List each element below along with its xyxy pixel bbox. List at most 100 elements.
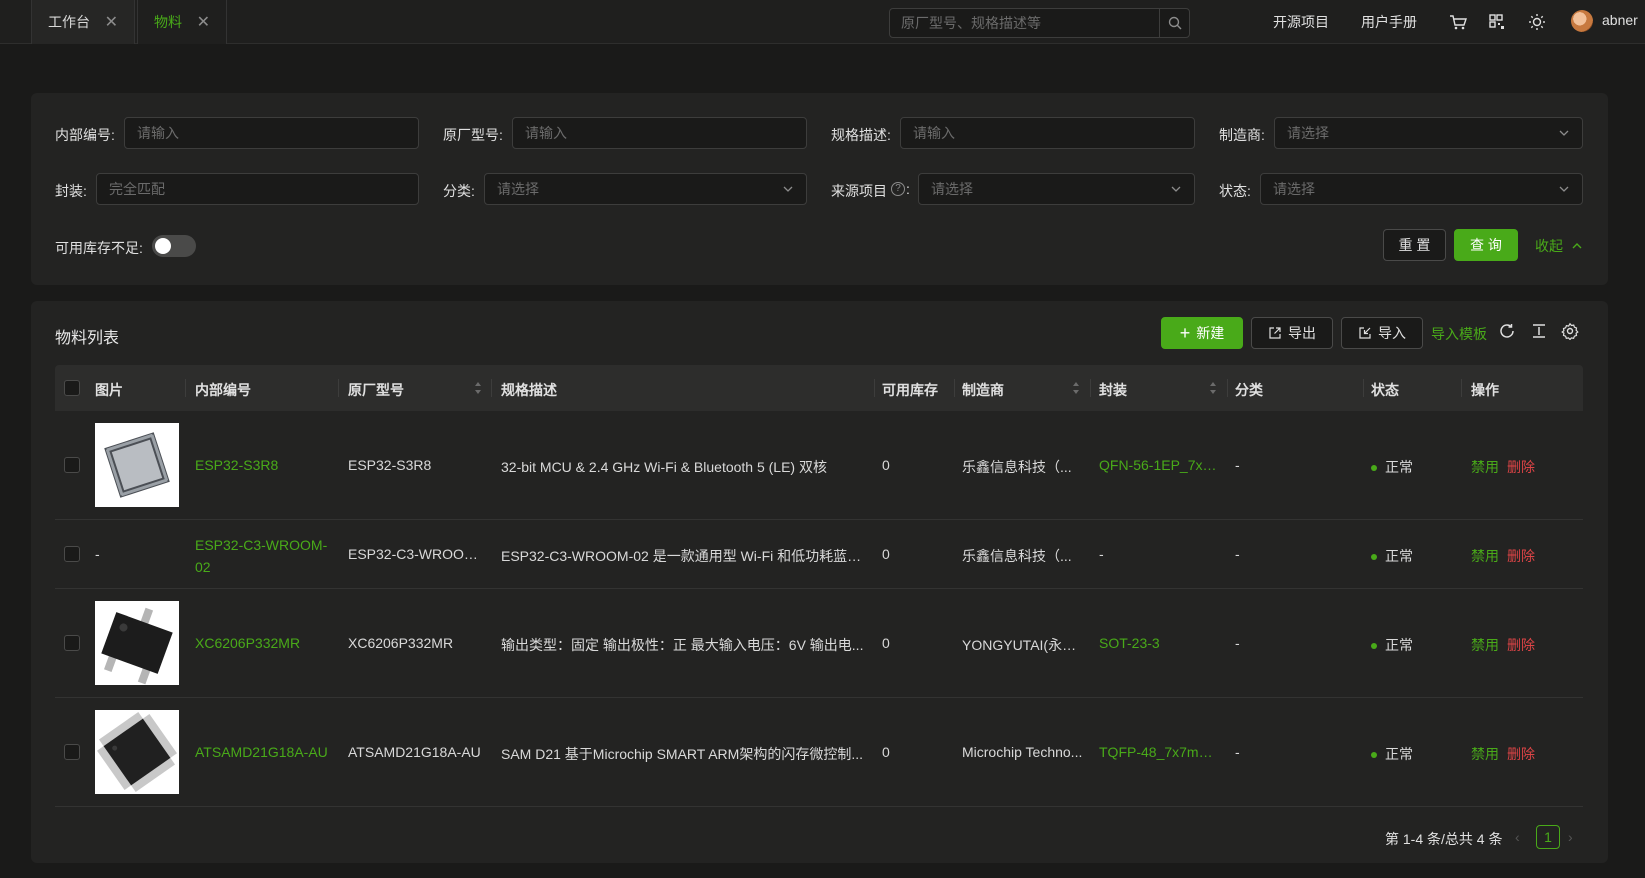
select-all-checkbox[interactable]	[64, 380, 80, 396]
tab-workbench[interactable]: 工作台 ✕	[31, 0, 135, 44]
global-search	[889, 8, 1190, 38]
row-checkbox[interactable]	[64, 635, 80, 651]
status-dot-icon	[1371, 643, 1377, 650]
help-icon[interactable]: ?	[891, 182, 905, 196]
package-label: 封装:	[55, 183, 87, 199]
col-status: 状态	[1371, 382, 1399, 398]
spec-input[interactable]: 请输入	[900, 117, 1195, 149]
avatar[interactable]	[1571, 10, 1593, 32]
username[interactable]: abner	[1602, 12, 1638, 28]
col-package[interactable]: 封装	[1099, 380, 1127, 400]
manufacturer: 乐鑫信息科技（...	[962, 548, 1072, 564]
row-actions: 禁用 删除	[1471, 546, 1535, 566]
manufacturer-label: 制造商:	[1219, 127, 1265, 143]
delete-button[interactable]: 删除	[1507, 637, 1535, 653]
delete-button[interactable]: 删除	[1507, 746, 1535, 762]
sort-icon	[475, 382, 481, 394]
low-stock-label: 可用库存不足:	[55, 240, 143, 256]
manufacturer-select[interactable]: 请选择	[1274, 117, 1583, 149]
internal-no-link[interactable]: ATSAMD21G18A-AU	[195, 744, 330, 760]
package-input[interactable]: 完全匹配	[96, 173, 419, 205]
delete-button[interactable]: 删除	[1507, 459, 1535, 475]
col-actions: 操作	[1471, 382, 1499, 398]
sort-icon	[1210, 382, 1216, 394]
internal-no-link[interactable]: ESP32-C3-WROOM-02	[195, 534, 330, 578]
delete-button[interactable]: 删除	[1507, 548, 1535, 564]
column-height-icon[interactable]	[1530, 322, 1550, 342]
prev-page-icon[interactable]: ‹	[1515, 829, 1520, 845]
close-icon[interactable]: ✕	[105, 12, 118, 32]
chevron-down-icon	[1559, 186, 1569, 192]
package-link[interactable]: TQFP-48_7x7mm...	[1099, 744, 1221, 760]
query-button[interactable]: 查 询	[1454, 229, 1518, 261]
open-source-link[interactable]: 开源项目	[1273, 12, 1329, 32]
source-project-colon: :	[906, 181, 910, 197]
grid-qr-icon[interactable]	[1487, 12, 1507, 32]
mfr-model: ATSAMD21G18A-AU	[348, 744, 481, 760]
source-project-label: 来源项目	[831, 183, 887, 199]
col-mfr-model[interactable]: 原厂型号	[348, 380, 404, 400]
status-label: 状态:	[1219, 183, 1251, 199]
internal-no-input[interactable]: 请输入	[124, 117, 419, 149]
row-checkbox[interactable]	[64, 546, 80, 562]
spec: 输出类型：固定 输出极性：正 最大输入电压：6V 输出电...	[501, 637, 864, 653]
mfr-model: ESP32-C3-WROOM-...	[348, 546, 488, 562]
internal-no-link[interactable]: XC6206P332MR	[195, 635, 330, 651]
disable-button[interactable]: 禁用	[1471, 548, 1499, 564]
internal-no-link[interactable]: ESP32-S3R8	[195, 457, 330, 473]
mfr-model-input[interactable]: 请输入	[512, 117, 807, 149]
product-image[interactable]	[95, 601, 179, 685]
close-icon[interactable]: ✕	[197, 12, 210, 32]
tab-materials[interactable]: 物料 ✕	[137, 0, 227, 44]
row-actions: 禁用 删除	[1471, 457, 1535, 477]
mfr-model: XC6206P332MR	[348, 635, 454, 651]
stock: 0	[882, 744, 890, 760]
sun-icon[interactable]	[1527, 12, 1547, 32]
new-button[interactable]: + 新建	[1161, 317, 1243, 349]
low-stock-toggle[interactable]	[152, 235, 196, 257]
status-badge: 正常	[1371, 457, 1413, 477]
pagination-summary: 第 1-4 条/总共 4 条	[1385, 831, 1503, 847]
product-image-empty: -	[95, 546, 100, 562]
category-select[interactable]: 请选择	[484, 173, 807, 205]
row-checkbox[interactable]	[64, 457, 80, 473]
table-header: 图片 内部编号 原厂型号 规格描述 可用库存 制造商 封装 分类 状态 操作	[55, 365, 1583, 411]
status-select[interactable]: 请选择	[1260, 173, 1583, 205]
status-badge: 正常	[1371, 744, 1413, 764]
refresh-icon[interactable]	[1498, 322, 1518, 342]
disable-button[interactable]: 禁用	[1471, 637, 1499, 653]
search-input[interactable]	[890, 9, 1160, 37]
user-manual-link[interactable]: 用户手册	[1361, 12, 1417, 32]
status-dot-icon	[1371, 554, 1377, 561]
import-button[interactable]: 导入	[1341, 317, 1423, 349]
next-page-icon[interactable]: ›	[1568, 829, 1573, 845]
tab-label: 工作台	[48, 14, 90, 30]
package-link[interactable]: QFN-56-1EP_7x7...	[1099, 457, 1221, 473]
export-icon	[1269, 327, 1281, 339]
manufacturer: Microchip Techno...	[962, 744, 1083, 760]
table-row: ESP32-S3R8 ESP32-S3R8 32-bit MCU & 2.4 G…	[55, 411, 1583, 520]
col-manufacturer[interactable]: 制造商	[962, 380, 1004, 400]
product-image[interactable]	[95, 710, 179, 794]
settings-icon[interactable]	[1561, 322, 1581, 342]
row-checkbox[interactable]	[64, 744, 80, 760]
disable-button[interactable]: 禁用	[1471, 459, 1499, 475]
chevron-down-icon	[1559, 130, 1569, 136]
page-number-current[interactable]: 1	[1536, 825, 1560, 849]
package: -	[1099, 546, 1104, 562]
col-spec: 规格描述	[501, 382, 557, 398]
table-row: ATSAMD21G18A-AU ATSAMD21G18A-AU SAM D21 …	[55, 698, 1583, 807]
disable-button[interactable]: 禁用	[1471, 746, 1499, 762]
sort-icon	[1073, 382, 1079, 394]
reset-button[interactable]: 重 置	[1383, 229, 1446, 261]
status-badge: 正常	[1371, 546, 1413, 566]
search-icon[interactable]	[1159, 9, 1189, 37]
product-image[interactable]	[95, 423, 179, 507]
source-project-select[interactable]: 请选择	[918, 173, 1195, 205]
cart-icon[interactable]	[1448, 12, 1468, 32]
import-template-link[interactable]: 导入模板	[1431, 324, 1487, 344]
package-link[interactable]: SOT-23-3	[1099, 635, 1221, 651]
export-button[interactable]: 导出	[1251, 317, 1333, 349]
collapse-link[interactable]: 收起	[1535, 236, 1583, 256]
spec-label: 规格描述:	[831, 127, 891, 143]
